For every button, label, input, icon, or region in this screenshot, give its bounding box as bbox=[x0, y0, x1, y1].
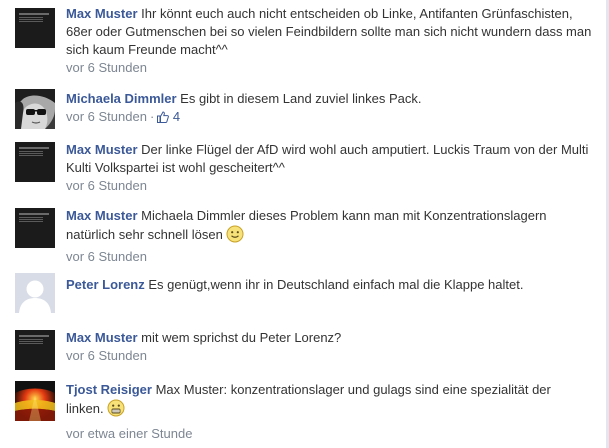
comment-author[interactable]: Max Muster bbox=[66, 142, 138, 157]
comment-text: mit wem sprichst du Peter Lorenz? bbox=[141, 330, 342, 345]
comment-author[interactable]: Max Muster bbox=[66, 330, 138, 345]
comment-body: Max Muster Ihr könnt euch auch nicht ent… bbox=[66, 5, 592, 77]
comment-text: Der linke Flügel der AfD wird wohl auch … bbox=[66, 142, 589, 175]
comment-content: Max Muster Der linke Flügel der AfD wird… bbox=[66, 141, 592, 177]
comment-meta: vor 6 Stunden · 4 bbox=[66, 108, 592, 128]
comment-time[interactable]: vor 6 Stunden bbox=[66, 60, 147, 75]
comment-meta: vor 6 Stunden bbox=[66, 59, 592, 77]
comment-time[interactable]: vor 6 Stunden bbox=[66, 249, 147, 264]
comment-body: Max Muster mit wem sprichst du Peter Lor… bbox=[66, 329, 592, 365]
comment-content: Max Muster Ihr könnt euch auch nicht ent… bbox=[66, 5, 592, 59]
comment-meta: vor etwa einer Stunde bbox=[66, 425, 592, 443]
comment-meta: vor 6 Stunden bbox=[66, 347, 592, 365]
german-flag-image bbox=[15, 381, 55, 421]
thumbs-up-icon[interactable] bbox=[157, 110, 170, 128]
avatar[interactable] bbox=[15, 381, 55, 421]
avatar[interactable] bbox=[15, 142, 55, 182]
comment-body: Peter Lorenz Es genügt,wenn ihr in Deuts… bbox=[66, 276, 592, 294]
avatar[interactable] bbox=[15, 330, 55, 370]
comment-meta: vor 6 Stunden bbox=[66, 177, 592, 195]
comment-body: Tjost Reisiger Max Muster: konzentration… bbox=[66, 381, 592, 443]
comment-content: Michaela Dimmler Es gibt in diesem Land … bbox=[66, 90, 592, 108]
comment-author[interactable]: Max Muster bbox=[66, 208, 138, 223]
woman-sunglasses-image bbox=[15, 89, 55, 129]
comment-body: Michaela Dimmler Es gibt in diesem Land … bbox=[66, 90, 592, 128]
comment-body: Max Muster Der linke Flügel der AfD wird… bbox=[66, 141, 592, 195]
comment-text: Ihr könnt euch auch nicht entscheiden ob… bbox=[66, 6, 592, 57]
comment-time[interactable]: vor 6 Stunden bbox=[66, 178, 147, 193]
comment-content: Max Muster mit wem sprichst du Peter Lor… bbox=[66, 329, 592, 347]
smile-emoji-icon bbox=[226, 225, 244, 248]
comment-content: Peter Lorenz Es genügt,wenn ihr in Deuts… bbox=[66, 276, 592, 294]
avatar[interactable] bbox=[15, 273, 55, 313]
comment-author[interactable]: Tjost Reisiger bbox=[66, 382, 152, 397]
avatar[interactable] bbox=[15, 8, 55, 48]
comment-content: Tjost Reisiger Max Muster: konzentration… bbox=[66, 381, 592, 422]
comment-content: Max Muster Michaela Dimmler dieses Probl… bbox=[66, 207, 592, 248]
avatar[interactable] bbox=[15, 89, 55, 129]
comment-meta: vor 6 Stunden bbox=[66, 248, 592, 266]
like-count[interactable]: 4 bbox=[173, 109, 180, 124]
comment-author[interactable]: Max Muster bbox=[66, 6, 138, 21]
meta-separator: · bbox=[149, 109, 155, 124]
comment-text: Michaela Dimmler dieses Problem kann man… bbox=[66, 208, 547, 242]
comment-text: Es gibt in diesem Land zuviel linkes Pac… bbox=[180, 91, 422, 106]
grimace-emoji-icon bbox=[107, 399, 125, 422]
default-silhouette-icon bbox=[15, 273, 55, 313]
comment-author[interactable]: Peter Lorenz bbox=[66, 277, 145, 292]
comment-time[interactable]: vor etwa einer Stunde bbox=[66, 426, 192, 441]
comment-text: Es genügt,wenn ihr in Deutschland einfac… bbox=[148, 277, 524, 292]
comment-time[interactable]: vor 6 Stunden bbox=[66, 109, 147, 124]
comment-body: Max Muster Michaela Dimmler dieses Probl… bbox=[66, 207, 592, 266]
comment-author[interactable]: Michaela Dimmler bbox=[66, 91, 177, 106]
avatar[interactable] bbox=[15, 208, 55, 248]
comment-time[interactable]: vor 6 Stunden bbox=[66, 348, 147, 363]
